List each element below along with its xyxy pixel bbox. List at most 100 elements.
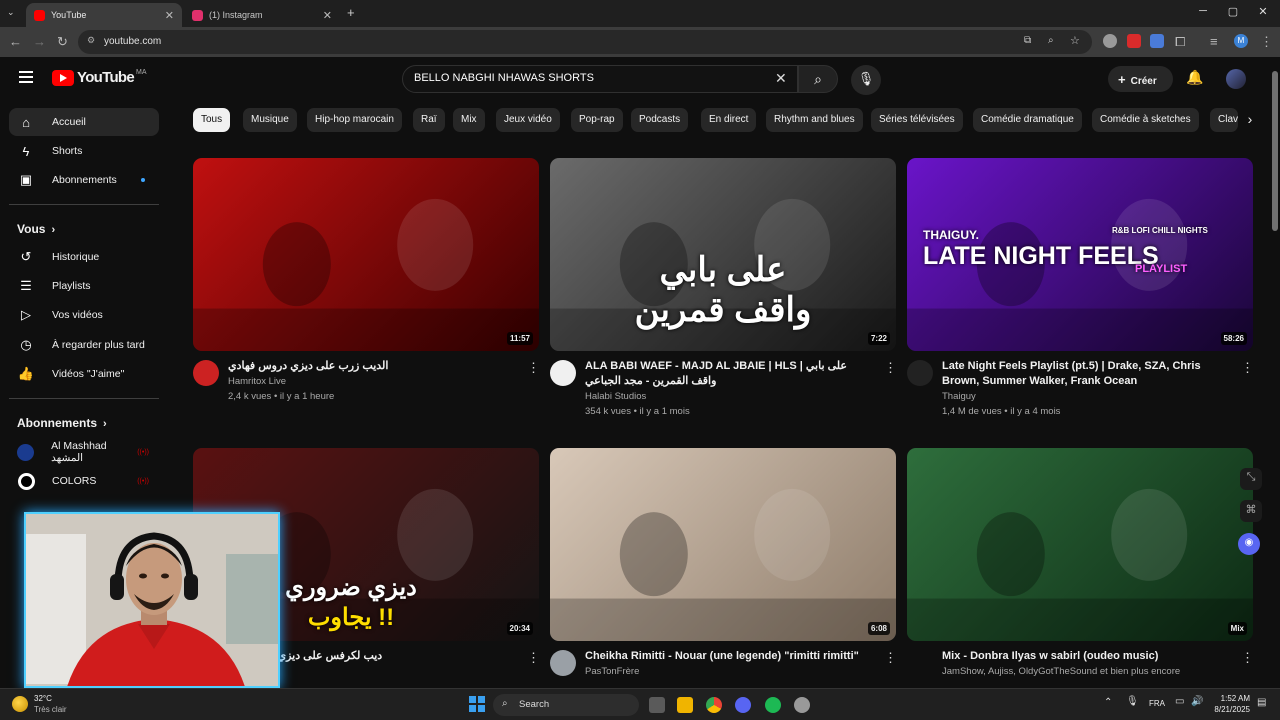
clear-search-icon[interactable]: ✕	[775, 70, 787, 87]
sidebar-you-heading[interactable]: Vous ›	[17, 222, 55, 236]
filter-chip[interactable]: Jeux vidéo	[496, 108, 560, 132]
channel-name[interactable]: Hamritox Live	[228, 374, 518, 389]
filter-chip[interactable]: Hip-hop marocain	[307, 108, 402, 132]
more-actions-icon[interactable]: ⋮	[527, 650, 540, 666]
forward-icon[interactable]: →	[33, 34, 46, 49]
video-card[interactable]: على بابي واقف قمرين 7:22 ALA BABI WAEF - MA…	[550, 158, 897, 428]
youtube-logo[interactable]: YouTube MA	[52, 69, 147, 86]
channel-name[interactable]: PasTonFrère	[585, 664, 875, 679]
filter-chip[interactable]: Rhythm and blues	[766, 108, 863, 132]
tray-chevron-icon[interactable]: ⌃	[1104, 697, 1112, 708]
chips-next-chevron-icon[interactable]: ›	[1238, 108, 1262, 132]
voice-search-button[interactable]: 🎙	[851, 65, 881, 95]
translate-extension-icon[interactable]	[1150, 34, 1164, 48]
sidebar-item-your-videos[interactable]: ▷ Vos vidéos	[9, 301, 159, 329]
browser-menu-icon[interactable]: ⋮	[1260, 34, 1273, 50]
bookmark-star-icon[interactable]: ☆	[1070, 34, 1080, 47]
video-thumbnail[interactable]: على بابي واقف قمرين 7:22	[550, 158, 896, 351]
discord-overlay-icon[interactable]: ◉	[1238, 533, 1260, 555]
minimize-button[interactable]: ─	[1188, 5, 1218, 17]
video-title[interactable]: Cheikha Rimitti - Nouar (une legende) "r…	[585, 649, 875, 664]
maximize-button[interactable]: ▢	[1218, 5, 1248, 18]
sidebar-item-accueil[interactable]: ⌂ Accueil	[9, 108, 159, 136]
search-button[interactable]: ⌕	[798, 65, 838, 93]
account-avatar[interactable]	[1226, 69, 1246, 89]
more-actions-icon[interactable]: ⋮	[1241, 360, 1254, 376]
sidebar-item-playlists[interactable]: ☰ Playlists	[9, 272, 159, 300]
filter-chip[interactable]: Comédie dramatique	[973, 108, 1082, 132]
extension-icon[interactable]	[1103, 34, 1117, 48]
video-card[interactable]: THAIGUY. LATE NIGHT FEELS R&B LOFI CHILL N…	[907, 158, 1254, 428]
sidebar-item-watch-later[interactable]: ◷ À regarder plus tard	[9, 331, 159, 359]
taskbar-search[interactable]: ⌕ Search	[493, 694, 639, 716]
gamepad-icon[interactable]: ⌘	[1240, 500, 1262, 522]
page-scrollbar[interactable]	[1270, 57, 1280, 688]
tab-search-chevron-icon[interactable]: ⌄	[7, 7, 15, 18]
tab-close-icon[interactable]: ✕	[323, 9, 332, 22]
site-info-icon[interactable]: ⚙	[87, 35, 95, 46]
video-card[interactable]: Mix Mix - Donbra Ilyas w sabirl (oudeo mu…	[907, 448, 1254, 718]
filter-chip[interactable]: Tous	[193, 108, 231, 132]
more-actions-icon[interactable]: ⋮	[527, 360, 540, 376]
reading-list-icon[interactable]: ≡	[1210, 34, 1218, 49]
search-input[interactable]: BELLO NABGHI NHAWAS SHORTS ✕	[402, 65, 798, 93]
sidebar-item-history[interactable]: ↺ Historique	[9, 243, 159, 271]
video-card[interactable]: 6:08 Cheikha Rimitti - Nouar (une legende…	[550, 448, 897, 718]
channel-avatar[interactable]	[193, 360, 219, 386]
video-thumbnail[interactable]: Mix	[907, 448, 1253, 641]
video-title[interactable]: Late Night Feels Playlist (pt.5) | Drake…	[942, 359, 1232, 389]
new-tab-button[interactable]: +	[347, 5, 355, 20]
clock-time[interactable]: 1:52 AM	[1208, 694, 1250, 703]
video-card[interactable]: 11:57 الديب زرب على ديزي دروس فهادي Hamrit…	[193, 158, 540, 428]
video-title[interactable]: الديب زرب على ديزي دروس فهادي	[228, 359, 518, 374]
filter-chip[interactable]: Mix	[453, 108, 485, 132]
weather-icon[interactable]	[12, 696, 28, 712]
notifications-bell-icon[interactable]: 🔔	[1186, 69, 1203, 86]
channel-avatar[interactable]	[907, 360, 933, 386]
filter-chip[interactable]: Séries télévisées	[871, 108, 963, 132]
tab-close-icon[interactable]: ✕	[165, 9, 174, 22]
filter-chip[interactable]: Musique	[243, 108, 297, 132]
tab-youtube[interactable]: YouTube ✕	[26, 3, 182, 27]
create-button[interactable]: + Créer	[1108, 66, 1173, 92]
video-thumbnail[interactable]: 6:08	[550, 448, 896, 641]
address-bar[interactable]: ⚙ youtube.com ⧉ ⌕ ☆	[78, 30, 1092, 54]
profile-avatar[interactable]: M	[1234, 34, 1248, 48]
tray-mic-icon[interactable]: 🎙	[1126, 696, 1139, 707]
expand-icon[interactable]: ⤡	[1240, 468, 1262, 490]
more-actions-icon[interactable]: ⋮	[1241, 650, 1254, 666]
spotify-icon[interactable]	[765, 697, 781, 713]
channel-name[interactable]: Halabi Studios	[585, 389, 875, 404]
windows-start-icon[interactable]	[469, 696, 485, 712]
sidebar-item-shorts[interactable]: ϟ Shorts	[9, 137, 159, 165]
app-icon[interactable]	[794, 697, 810, 713]
clock-date[interactable]: 8/21/2025	[1204, 705, 1250, 714]
close-window-button[interactable]: ✕	[1248, 5, 1278, 18]
filter-chip[interactable]: Comédie à sketches	[1092, 108, 1199, 132]
input-language[interactable]: FRA	[1149, 699, 1165, 708]
filter-chip[interactable]: Clav	[1210, 108, 1238, 132]
scrollbar-thumb[interactable]	[1272, 71, 1278, 231]
sidebar-item-abonnements[interactable]: ▣ Abonnements	[9, 166, 159, 194]
volume-icon[interactable]: 🔊	[1191, 696, 1203, 707]
sidebar-subscriptions-heading[interactable]: Abonnements ›	[17, 416, 107, 430]
subscription-item[interactable]: COLORS ((•))	[9, 467, 159, 495]
network-icon[interactable]: ▭	[1175, 696, 1184, 707]
subscription-item[interactable]: Al Mashhad المشهد ((•))	[9, 438, 159, 466]
filter-chip[interactable]: Pop-rap	[571, 108, 623, 132]
chrome-icon[interactable]	[706, 697, 722, 713]
channel-avatar[interactable]	[550, 360, 576, 386]
more-actions-icon[interactable]: ⋮	[884, 650, 897, 666]
file-explorer-icon[interactable]	[677, 697, 693, 713]
back-icon[interactable]: ←	[9, 34, 22, 49]
more-actions-icon[interactable]: ⋮	[884, 360, 897, 376]
task-view-icon[interactable]	[649, 697, 665, 713]
video-title[interactable]: Mix - Donbra Ilyas w sabirl (oudeo music…	[942, 649, 1232, 664]
video-title[interactable]: ALA BABI WAEF - MAJD AL JBAIE | HLS | عل…	[585, 359, 875, 389]
discord-icon[interactable]	[735, 697, 751, 713]
filter-chip[interactable]: Raï	[413, 108, 445, 132]
adblock-extension-icon[interactable]	[1127, 34, 1141, 48]
channel-avatar[interactable]	[550, 650, 576, 676]
sidebar-item-liked[interactable]: 👍 Vidéos "J'aime"	[9, 360, 159, 388]
channel-name[interactable]: JamShow, Aujiss, OldyGotTheSound et bien…	[942, 664, 1232, 679]
